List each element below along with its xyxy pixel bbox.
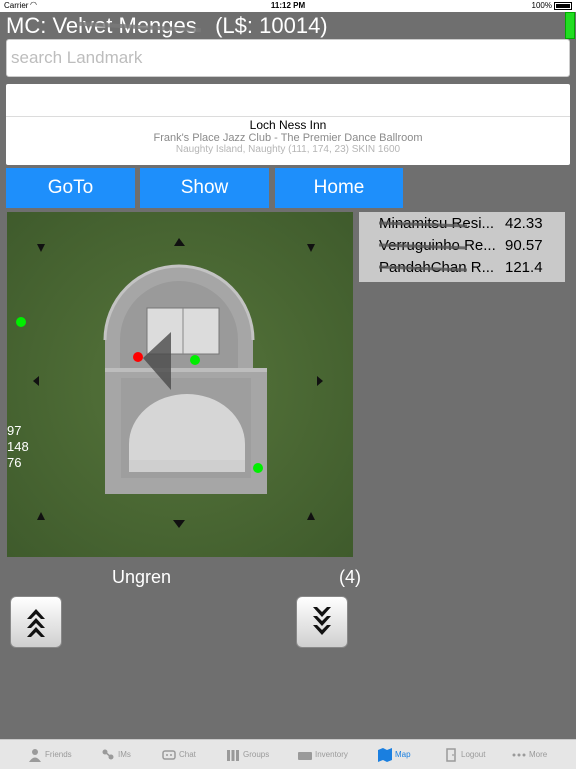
title-prefix: MC: Ve	[6, 13, 79, 38]
tab-friends[interactable]: Friends	[28, 740, 72, 769]
landmark-picker[interactable]: Loch Ness Inn Frank's Place Jazz Club - …	[6, 84, 570, 165]
avatar-marker	[133, 352, 143, 362]
list-item[interactable]: PandahChan R... 121.4	[359, 259, 565, 281]
scroll-down-button[interactable]	[296, 596, 348, 648]
tab-bar: Friends IMs Chat Groups Inventory Map Lo…	[0, 739, 576, 769]
ims-icon	[102, 749, 114, 759]
list-item[interactable]: Minamitsu Resi... 42.33	[359, 215, 565, 237]
double-chevron-up-icon	[27, 609, 45, 637]
map-markers	[16, 317, 263, 473]
nearby-avatar-marker	[253, 463, 263, 473]
nearby-name: Minamitsu Resi...	[379, 215, 499, 232]
battery-icon	[554, 1, 572, 10]
tab-groups[interactable]: Groups	[226, 740, 269, 769]
nearby-distance: 42.33	[505, 215, 543, 232]
double-chevron-down-icon	[313, 607, 331, 635]
goto-button[interactable]: GoTo	[6, 168, 135, 208]
tab-inventory[interactable]: Inventory	[298, 740, 348, 769]
coord-y: 148	[7, 439, 29, 454]
map-icon	[378, 747, 392, 762]
avatar-count: (4)	[339, 567, 361, 587]
friends-icon	[29, 748, 41, 762]
list-item[interactable]: Verruguinho Re... 90.57	[359, 237, 565, 259]
status-bar: Carrier ◠ 11:12 PM 100%	[0, 0, 576, 12]
picker-row-selected[interactable]: Loch Ness Inn	[6, 118, 570, 132]
clock: 11:12 PM	[270, 1, 306, 10]
coord-z: 76	[7, 455, 22, 470]
picker-row[interactable]: Frank's Place Jazz Club - The Premier Da…	[6, 132, 570, 144]
nearby-avatar-marker	[16, 317, 26, 327]
search-input[interactable]	[7, 40, 569, 76]
nearby-name: Verruguinho Re...	[379, 237, 499, 254]
nearby-distance: 90.57	[505, 237, 543, 254]
title-avatar-name: lvet Menges	[78, 13, 197, 38]
coord-x: 97	[7, 423, 22, 438]
nearby-distance: 121.4	[505, 259, 543, 276]
more-icon	[512, 753, 526, 756]
battery-percent: 100%	[531, 1, 552, 10]
chat-icon	[162, 749, 176, 760]
signal-gauge	[565, 12, 575, 39]
nearby-list: Minamitsu Resi... 42.33 Verruguinho Re..…	[359, 212, 565, 282]
picker-row[interactable]: Naughty Island, Naughty (111, 174, 23) S…	[6, 144, 570, 155]
inventory-icon	[298, 751, 312, 760]
tab-map[interactable]: Map	[378, 740, 411, 769]
region-name: Ungren	[112, 567, 172, 587]
tab-chat[interactable]: Chat	[162, 740, 196, 769]
picker-selection-line	[6, 116, 570, 117]
battery-indicator: 100%	[532, 1, 572, 10]
tab-more[interactable]: More	[512, 740, 547, 769]
balance-label: (L$: 10014)	[215, 13, 328, 38]
region-map[interactable]	[7, 212, 353, 557]
show-button[interactable]: Show	[140, 168, 269, 208]
coordinates-readout: 97 148 76	[7, 423, 29, 471]
home-button[interactable]: Home	[275, 168, 403, 208]
scroll-up-button[interactable]	[10, 596, 62, 648]
tab-logout[interactable]: Logout	[444, 740, 485, 769]
search-field[interactable]	[6, 39, 570, 77]
tab-ims[interactable]: IMs	[101, 740, 131, 769]
logout-icon	[446, 747, 456, 762]
nearby-avatar-marker	[190, 355, 200, 365]
nearby-name: PandahChan R...	[379, 259, 499, 276]
page-title: MC: Velvet Menges (L$: 10014)	[6, 13, 328, 39]
groups-icon	[227, 749, 239, 761]
